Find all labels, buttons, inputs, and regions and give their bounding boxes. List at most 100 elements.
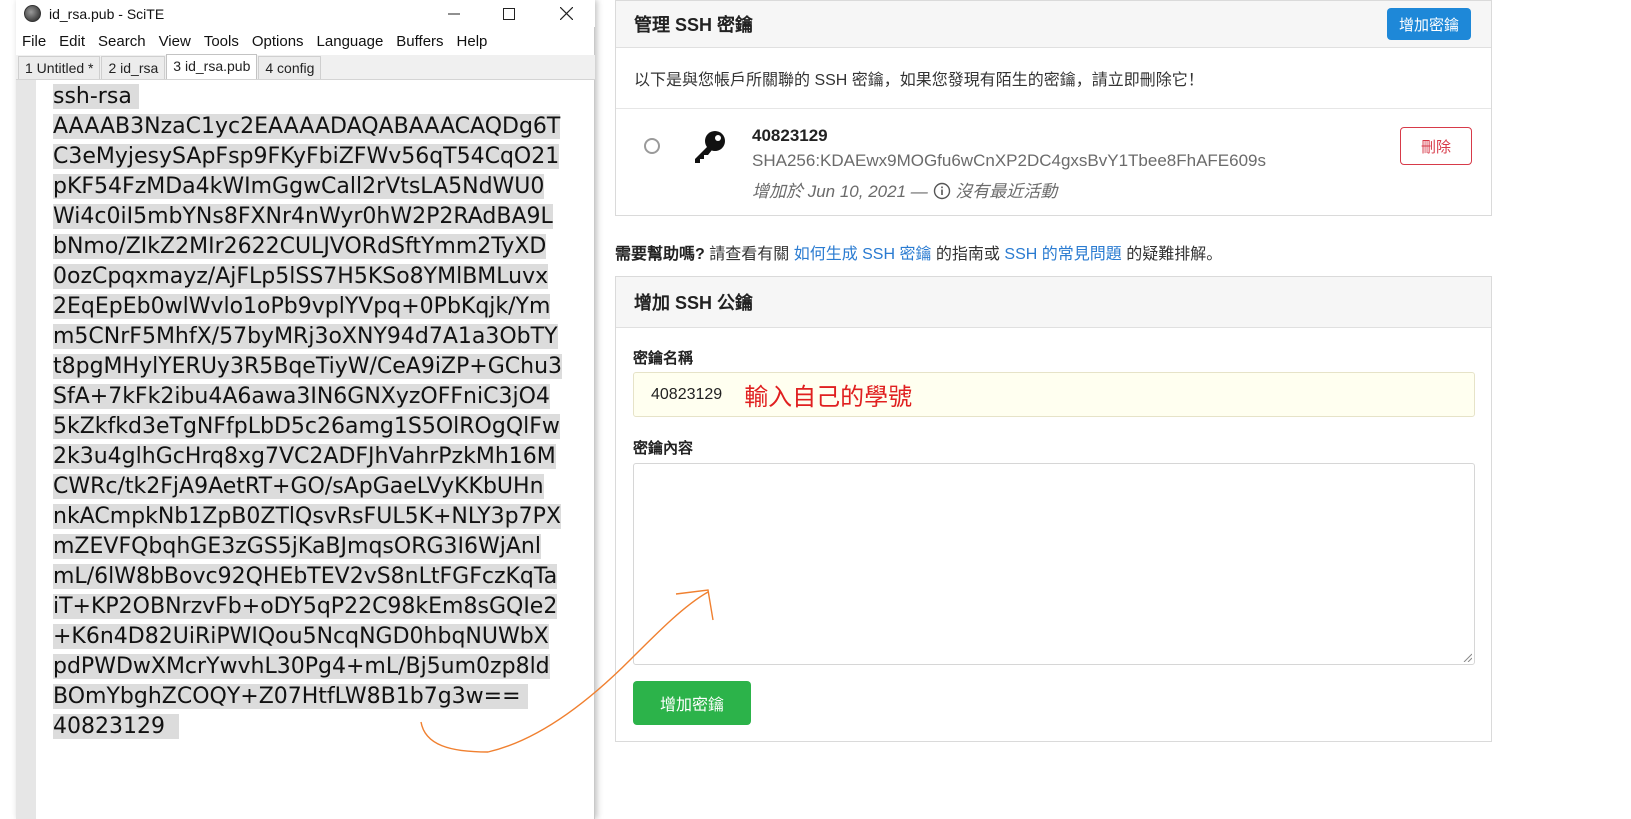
key-content-label: 密鑰內容 bbox=[633, 440, 694, 457]
key-name-input[interactable]: 40823129 輸入自己的學號 bbox=[633, 372, 1475, 417]
close-icon bbox=[559, 7, 573, 20]
editor-line-text: 40823129 bbox=[53, 714, 179, 739]
menu-language[interactable]: Language bbox=[311, 33, 391, 50]
editor-line-text: 0ozCpqxmayz/AjFLp5lSS7H5KSo8YMlBMLuvx bbox=[53, 264, 549, 289]
info-icon bbox=[933, 182, 950, 200]
editor-line-text: Wi4c0iI5mbYNs8FXNr4nWyr0hW2P2RAdBA9L bbox=[53, 204, 553, 229]
title-bar[interactable]: id_rsa.pub - SciTE bbox=[16, 0, 595, 27]
scite-window: id_rsa.pub - SciTE File Edit Search View… bbox=[16, 0, 595, 819]
editor-text-area[interactable]: ssh-rsa AAAAB3NzaC1yc2EAAAADAQABAAACAQDg… bbox=[53, 82, 593, 819]
key-icon bbox=[695, 131, 725, 163]
close-button[interactable] bbox=[541, 0, 591, 27]
resize-grip-icon[interactable] bbox=[1462, 652, 1472, 662]
manage-ssh-keys-title: 管理 SSH 密鑰 bbox=[634, 15, 754, 35]
help-text-2: 的指南或 bbox=[931, 246, 1005, 263]
editor-line: m5CNrF5MhfX/57byMRj3oXNY94d7A1a3ObTY bbox=[53, 322, 593, 352]
editor-line: bNmo/ZIkZ2MIr2622CULJVORdSftYmm2TyXD bbox=[53, 232, 593, 262]
manage-ssh-keys-header: 管理 SSH 密鑰 增加密鑰 bbox=[616, 1, 1491, 48]
key-added-date: 增加於 Jun 10, 2021 — bbox=[752, 182, 928, 201]
add-ssh-key-title: 增加 SSH 公鑰 bbox=[634, 293, 754, 313]
key-added-info: 增加於 Jun 10, 2021 — 沒有最近活動 bbox=[752, 177, 1057, 202]
editor-line-text: C3eMyjesySApFsp9FKyFbiZFWv56qT54CqO21 bbox=[53, 144, 560, 169]
editor-line-text: m5CNrF5MhfX/57byMRj3oXNY94d7A1a3ObTY bbox=[53, 324, 558, 349]
editor-line-text: mL/6lW8bBovc92QHEbTEV2vS8nLtFGFczKqTa bbox=[53, 564, 558, 589]
window-title: id_rsa.pub - SciTE bbox=[49, 5, 165, 22]
editor-line-text: 2k3u4glhGcHrq8xg7VC2ADFJhVahrPzkMh16M bbox=[53, 444, 556, 469]
maximize-button[interactable] bbox=[484, 0, 534, 27]
minimize-icon bbox=[448, 13, 460, 14]
editor-line-text: +K6n4D82UiRiPWIQou5NcqNGD0hbqNUWbX bbox=[53, 624, 549, 649]
ssh-settings-page: 管理 SSH 密鑰 增加密鑰 以下是與您帳戶所關聯的 SSH 密鑰，如果您發現有… bbox=[615, 0, 1492, 819]
editor-line: 2k3u4glhGcHrq8xg7VC2ADFJhVahrPzkMh16M bbox=[53, 442, 593, 472]
editor-line: mZEVFQbqhGE3zGS5jKaBJmqsORG3I6WjAnl bbox=[53, 532, 593, 562]
editor-line-text: pdPWDwXMcrYwvhL30Pg4+mL/Bj5um0zp8ld bbox=[53, 654, 550, 679]
buffer-tabs: 1 Untitled * 2 id_rsa 3 id_rsa.pub 4 con… bbox=[16, 54, 595, 80]
key-name-input-value: 40823129 bbox=[651, 385, 723, 403]
menu-buffers[interactable]: Buffers bbox=[390, 33, 450, 50]
editor-line: C3eMyjesySApFsp9FKyFbiZFWv56qT54CqO21 bbox=[53, 142, 593, 172]
delete-key-button[interactable]: 刪除 bbox=[1400, 127, 1472, 165]
editor-line: 40823129 bbox=[53, 712, 593, 742]
tab-untitled[interactable]: 1 Untitled * bbox=[18, 56, 101, 79]
editor-line: t8pgMHylYERUy3R5BqeTiyW/CeA9iZP+GChu3 bbox=[53, 352, 593, 382]
editor-line-text: nkACmpkNb1ZpB0ZTlQsvRsFUL5K+NLY3p7PX bbox=[53, 504, 561, 529]
menu-search[interactable]: Search bbox=[92, 33, 153, 50]
key-fingerprint: SHA256:KDAEwx9MOGfu6wCnXP2DC4gxsBvY1Tbee… bbox=[752, 151, 1267, 170]
menu-edit[interactable]: Edit bbox=[53, 33, 92, 50]
key-select-radio[interactable] bbox=[644, 138, 660, 154]
editor-line: nkACmpkNb1ZpB0ZTlQsvRsFUL5K+NLY3p7PX bbox=[53, 502, 593, 532]
ssh-faq-link[interactable]: SSH 的常見問題 bbox=[1004, 246, 1121, 263]
menu-help[interactable]: Help bbox=[451, 33, 495, 50]
editor-line: BOmYbghZCOQY+Z07HtfLW8B1b7g3w== bbox=[53, 682, 593, 712]
editor-gutter bbox=[16, 80, 36, 819]
editor-line: 5kZkfkd3eTgNFfpLbD5c26amg1S5OlROgQlFw bbox=[53, 412, 593, 442]
menu-options[interactable]: Options bbox=[246, 33, 311, 50]
add-key-button[interactable]: 增加密鑰 bbox=[1386, 8, 1471, 40]
editor-line-text: pKF54FzMDa4kWImGgwCall2rVtsLA5NdWU0 bbox=[53, 174, 545, 199]
editor-line: pKF54FzMDa4kWImGgwCall2rVtsLA5NdWU0 bbox=[53, 172, 593, 202]
help-text-3: 的疑難排解。 bbox=[1121, 246, 1223, 263]
key-name-label: 密鑰名稱 bbox=[633, 350, 694, 367]
student-id-annotation: 輸入自己的學號 bbox=[744, 383, 913, 411]
editor-line: mL/6lW8bBovc92QHEbTEV2vS8nLtFGFczKqTa bbox=[53, 562, 593, 592]
editor-line: +K6n4D82UiRiPWIQou5NcqNGD0hbqNUWbX bbox=[53, 622, 593, 652]
editor-line-text: BOmYbghZCOQY+Z07HtfLW8B1b7g3w== bbox=[53, 684, 528, 709]
editor-line-text: 2EqEpEb0wlWvlo1oPb9vplYVpq+0PbKqjk/Ym bbox=[53, 294, 551, 319]
key-content-textarea[interactable] bbox=[633, 463, 1475, 665]
help-lead: 需要幫助嗎? bbox=[615, 246, 705, 263]
editor-line: AAAAB3NzaC1yc2EAAAADAQABAAACAQDg6T bbox=[53, 112, 593, 142]
ssh-keys-notice: 以下是與您帳戶所關聯的 SSH 密鑰，如果您發現有陌生的密鑰，請立即刪除它！ bbox=[616, 48, 1491, 109]
editor-line-text: mZEVFQbqhGE3zGS5jKaBJmqsORG3I6WjAnl bbox=[53, 534, 541, 559]
editor-line: pdPWDwXMcrYwvhL30Pg4+mL/Bj5um0zp8ld bbox=[53, 652, 593, 682]
help-text-1: 請查看有關 bbox=[704, 246, 794, 263]
minimize-button[interactable] bbox=[429, 0, 479, 27]
menu-tools[interactable]: Tools bbox=[198, 33, 246, 50]
add-ssh-key-header: 增加 SSH 公鑰 bbox=[616, 277, 1491, 328]
editor-line-text: bNmo/ZIkZ2MIr2622CULJVORdSftYmm2TyXD bbox=[53, 234, 547, 259]
scite-app-icon bbox=[24, 5, 41, 22]
menu-bar: File Edit Search View Tools Options Lang… bbox=[16, 30, 595, 52]
editor-line-text: SfA+7kFk2ibu4A6awa3IN6GNXyzOFFniC3jO4 bbox=[53, 384, 550, 409]
generate-ssh-key-link[interactable]: 如何生成 SSH 密鑰 bbox=[794, 246, 932, 263]
editor-line-text: t8pgMHylYERUy3R5BqeTiyW/CeA9iZP+GChu3 bbox=[53, 354, 563, 379]
submit-add-key-button[interactable]: 增加密鑰 bbox=[633, 681, 751, 725]
key-last-activity: 沒有最近活動 bbox=[955, 182, 1058, 201]
tab-id-rsa[interactable]: 2 id_rsa bbox=[101, 56, 166, 79]
editor-line-text: AAAAB3NzaC1yc2EAAAADAQABAAACAQDg6T bbox=[53, 114, 561, 139]
menu-view[interactable]: View bbox=[153, 33, 198, 50]
tab-id-rsa-pub[interactable]: 3 id_rsa.pub bbox=[166, 54, 258, 79]
editor-line: 2EqEpEb0wlWvlo1oPb9vplYVpq+0PbKqjk/Ym bbox=[53, 292, 593, 322]
key-name: 40823129 bbox=[752, 126, 828, 145]
editor-line: 0ozCpqxmayz/AjFLp5lSS7H5KSo8YMlBMLuvx bbox=[53, 262, 593, 292]
editor-line-text: 5kZkfkd3eTgNFfpLbD5c26amg1S5OlROgQlFw bbox=[53, 414, 560, 439]
editor-line: ssh-rsa bbox=[53, 82, 593, 112]
help-text: 需要幫助嗎? 請查看有關 如何生成 SSH 密鑰 的指南或 SSH 的常見問題 … bbox=[615, 240, 1222, 264]
editor-line: SfA+7kFk2ibu4A6awa3IN6GNXyzOFFniC3jO4 bbox=[53, 382, 593, 412]
tab-config[interactable]: 4 config bbox=[258, 56, 322, 79]
editor-line-text: iT+KP2OBNrzvFb+oDY5qP22C98kEm8sGQIe2 bbox=[53, 594, 558, 619]
editor-line-text: ssh-rsa bbox=[53, 84, 139, 109]
menu-file[interactable]: File bbox=[16, 33, 53, 50]
editor-line: iT+KP2OBNrzvFb+oDY5qP22C98kEm8sGQIe2 bbox=[53, 592, 593, 622]
editor-line: CWRc/tk2FjA9AetRT+GO/sApGaeLVyKKbUHn bbox=[53, 472, 593, 502]
editor-line: Wi4c0iI5mbYNs8FXNr4nWyr0hW2P2RAdBA9L bbox=[53, 202, 593, 232]
